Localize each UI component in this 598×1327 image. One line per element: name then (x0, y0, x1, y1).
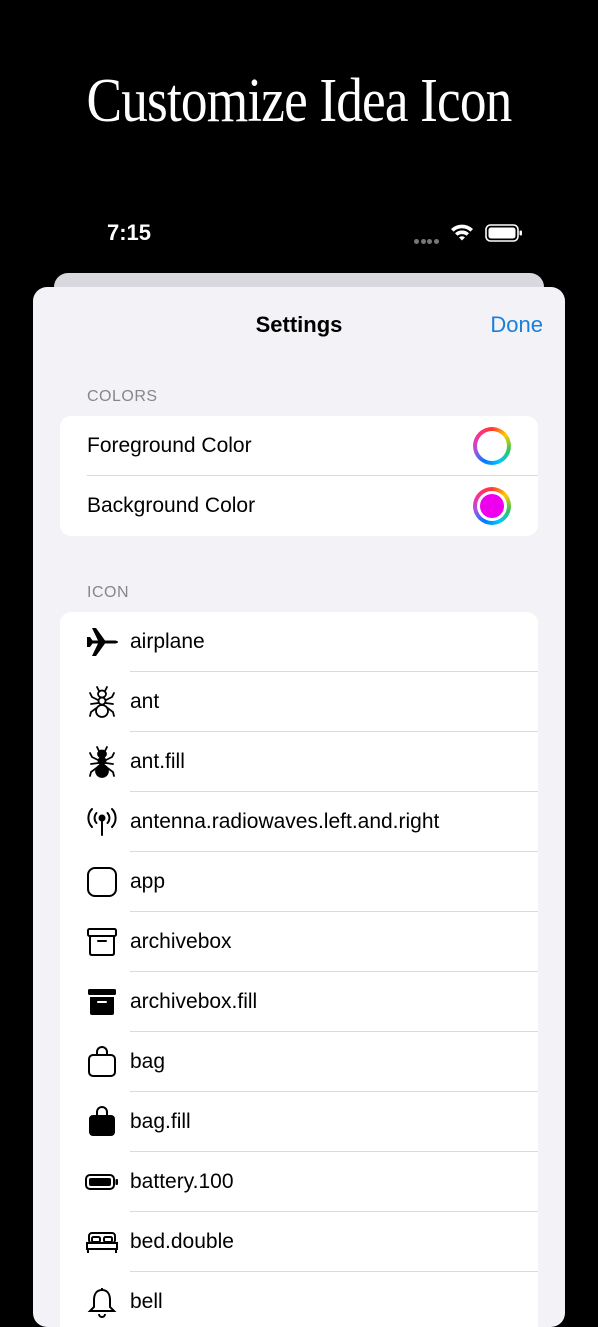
icon-row-label: ant (130, 690, 160, 713)
status-bar: 7:15 (0, 218, 598, 250)
icon-row-label: antenna.radiowaves.left.and.right (130, 810, 440, 833)
app-icon (85, 865, 119, 899)
bell-icon (85, 1285, 119, 1319)
ant-fill-icon (85, 745, 119, 779)
icon-row-label: archivebox.fill (130, 990, 258, 1013)
icon-list: airplane ant ant.fill antenna.radiowaves… (60, 612, 538, 1327)
icon-row-label: archivebox (130, 930, 232, 953)
icon-row-app[interactable]: app (60, 852, 538, 912)
battery-100-icon (85, 1165, 119, 1199)
colors-section-header: COLORS (87, 388, 158, 405)
background-color-label: Background Color (87, 494, 256, 517)
icon-row-airplane[interactable]: airplane (60, 612, 538, 672)
nav-title: Settings (255, 312, 343, 337)
icon-row-label: airplane (130, 630, 205, 653)
icon-section-header: ICON (87, 584, 129, 601)
colors-group: Foreground Color Background Color (60, 416, 538, 536)
status-time: 7:15 (107, 220, 152, 245)
icon-row-label: app (130, 870, 166, 893)
cellular-signal-icon (414, 231, 440, 249)
background-color-swatch (480, 494, 504, 518)
icon-row-label: bag.fill (130, 1110, 191, 1133)
bag-icon (85, 1045, 119, 1079)
icon-row-ant-fill[interactable]: ant.fill (60, 732, 538, 792)
icon-row-antenna-radiowaves[interactable]: antenna.radiowaves.left.and.right (60, 792, 538, 852)
foreground-color-picker[interactable] (473, 427, 511, 465)
bed-double-icon (85, 1225, 119, 1259)
bag-fill-icon (85, 1105, 119, 1139)
background-color-row[interactable]: Background Color (60, 476, 538, 536)
foreground-color-label: Foreground Color (87, 434, 252, 457)
airplane-icon (85, 625, 119, 659)
headline: Customize Idea Icon (86, 67, 513, 135)
icon-row-archivebox-fill[interactable]: archivebox.fill (60, 972, 538, 1032)
icon-row-battery-100[interactable]: battery.100 (60, 1152, 538, 1212)
icon-row-label: bell (130, 1290, 163, 1313)
icon-row-label: battery.100 (130, 1170, 234, 1193)
icon-row-label: bag (130, 1050, 166, 1073)
icon-row-bed-double[interactable]: bed.double (60, 1212, 538, 1272)
done-button[interactable]: Done (490, 312, 543, 338)
icon-row-label: bed.double (130, 1230, 234, 1253)
battery-icon (485, 224, 522, 242)
icon-row-bag-fill[interactable]: bag.fill (60, 1092, 538, 1152)
archivebox-icon (85, 925, 119, 959)
background-color-picker[interactable] (473, 487, 511, 525)
foreground-color-swatch (480, 434, 504, 458)
settings-sheet: Settings Done COLORS Foreground Color Ba… (33, 287, 565, 1327)
foreground-color-row[interactable]: Foreground Color (60, 416, 538, 476)
antenna-radiowaves-icon (85, 805, 119, 839)
icon-row-ant[interactable]: ant (60, 672, 538, 732)
wifi-icon (451, 224, 473, 241)
archivebox-fill-icon (85, 985, 119, 1019)
icon-row-archivebox[interactable]: archivebox (60, 912, 538, 972)
ant-icon (85, 685, 119, 719)
icon-row-bag[interactable]: bag (60, 1032, 538, 1092)
icon-row-label: ant.fill (130, 750, 185, 773)
